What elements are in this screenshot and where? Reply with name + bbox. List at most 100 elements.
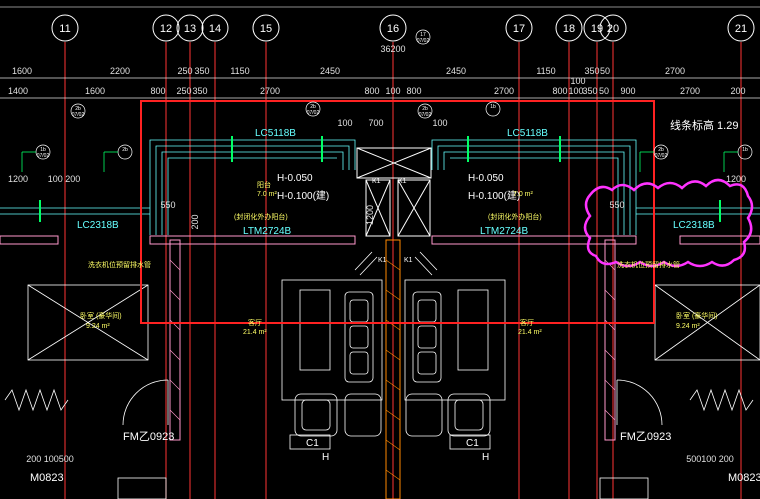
axis-label: 21	[735, 23, 747, 35]
elevation-note: 线条标高 1.29	[670, 118, 738, 132]
dim-label: 1600	[12, 66, 32, 76]
door-code: FM乙0923	[123, 430, 174, 443]
dim-label: 900	[620, 86, 635, 96]
height-mark: H	[322, 452, 329, 463]
room-note: (封闭化外办阳台)	[488, 212, 542, 221]
room-name: 客厅	[520, 318, 534, 327]
dim-label: 250	[177, 66, 192, 76]
dim-label: 2450	[320, 66, 340, 76]
dim-label: 250	[176, 86, 191, 96]
revision-cloud	[583, 178, 754, 268]
dim-label: 550	[160, 200, 175, 210]
dim-label: 100	[432, 118, 447, 128]
axis-label: 15	[260, 23, 272, 35]
dim-label: 800	[364, 86, 379, 96]
dim-label: 200	[730, 86, 745, 96]
top-dimension-labels: 1600 2200 250 350 1150 2450 2450 1150 10…	[8, 44, 746, 96]
room-name: 客厅	[248, 318, 262, 327]
dim-label: 1150	[536, 66, 555, 76]
red-note: 洗衣机位预留排水管	[617, 260, 680, 269]
dim-label: 2700	[260, 86, 280, 96]
tag-label: 1b	[742, 147, 748, 153]
dim-label: 550	[609, 200, 624, 210]
k1-label: K1	[398, 178, 407, 185]
dim-label: 2700	[665, 66, 685, 76]
dim-label: 100	[337, 118, 352, 128]
tag-label: 1b	[490, 104, 496, 110]
red-note: 洗衣机位预留排水管	[88, 260, 151, 269]
tag-code: 07/02	[417, 38, 430, 44]
room-name: 阳台	[257, 180, 271, 189]
tag-label: 2b	[122, 147, 128, 153]
dim-label: 1200	[8, 174, 28, 184]
axis-label: 20	[607, 23, 619, 35]
dim-label: 350	[192, 86, 207, 96]
room-area: 7.0 m²	[257, 191, 278, 198]
door-label: LTM2724B	[480, 226, 529, 237]
k1-label: K1	[404, 257, 413, 264]
dim-label: 50	[599, 86, 609, 96]
dim-label: 200 100500	[26, 454, 74, 464]
axis16-tag: 36200	[380, 44, 405, 54]
axis-label: 18	[563, 23, 575, 35]
window-label: LC5118B	[507, 128, 548, 139]
dim-label: 2200	[110, 66, 130, 76]
room-area: 9.24 m²	[86, 323, 110, 330]
tag-code: 07/02	[37, 153, 50, 159]
dim-label: 700	[368, 118, 383, 128]
room-area: 9.24 m²	[676, 323, 700, 330]
axis-label: 11	[59, 23, 70, 35]
room-area: 21.4 m²	[518, 329, 542, 336]
dim-label: 350	[582, 86, 597, 96]
cad-drawing: 11 12 13 14 15 16 17 18 19 20 21 1600 22…	[0, 6, 760, 499]
dim-label: 2700	[680, 86, 700, 96]
axis-label: 19	[591, 23, 603, 35]
dim-label: 800	[552, 86, 567, 96]
dim-label: 800	[406, 86, 421, 96]
window-label: LC2318B	[77, 220, 119, 231]
k1-label: K1	[372, 178, 381, 185]
dim-label: 1400	[8, 86, 28, 96]
dim-label: 350	[584, 66, 599, 76]
hatched-walls	[0, 235, 760, 499]
axis-label: 12	[160, 23, 172, 35]
elevation-label: H-0.100(建)	[277, 189, 329, 202]
room-name: 卧室 (豪华间)	[676, 311, 718, 320]
room-area: 21.4 m²	[243, 329, 267, 336]
window-label: LC5118B	[255, 128, 296, 139]
axis-labels: 11 12 13 14 15 16 17 18 19 20 21	[59, 23, 747, 35]
dim-label: 200	[190, 214, 200, 229]
dim-label: 100	[570, 76, 585, 86]
door-code: M0823	[728, 472, 760, 484]
axis-label: 14	[209, 23, 221, 35]
axis-bubbles	[51, 14, 755, 42]
tag-code: 07/02	[655, 153, 668, 159]
door-code: FM乙0923	[620, 430, 671, 443]
room-area: 7.0 m²	[513, 191, 534, 198]
tag-code: 07/02	[307, 110, 320, 116]
dim-label: 100	[385, 86, 400, 96]
elevation-label: H-0.050	[277, 173, 313, 184]
window-code: C1	[466, 438, 479, 449]
dim-label: 1200	[726, 174, 746, 184]
furniture	[4, 251, 760, 499]
axis-label: 16	[387, 23, 399, 35]
height-mark: H	[482, 452, 489, 463]
dim-label: 100 200	[48, 174, 81, 184]
dim-label: 1600	[85, 86, 105, 96]
axis-label: 13	[184, 23, 196, 35]
dim-label: 1150	[230, 66, 249, 76]
door-code: M0823	[30, 472, 64, 484]
dim-label: 800	[150, 86, 165, 96]
axis-label: 17	[513, 23, 525, 35]
k1-label: K1	[378, 257, 387, 264]
elevation-label: H-0.050	[468, 173, 504, 184]
window-code: C1	[306, 438, 319, 449]
window-label: LC2318B	[673, 220, 715, 231]
dim-label: 1200	[365, 205, 375, 225]
room-note: (封闭化外办阳台)	[234, 212, 288, 221]
tag-code: 07/02	[419, 112, 432, 118]
dim-label: 2700	[494, 86, 514, 96]
dim-label: 100	[568, 86, 583, 96]
dim-label: 2450	[446, 66, 466, 76]
